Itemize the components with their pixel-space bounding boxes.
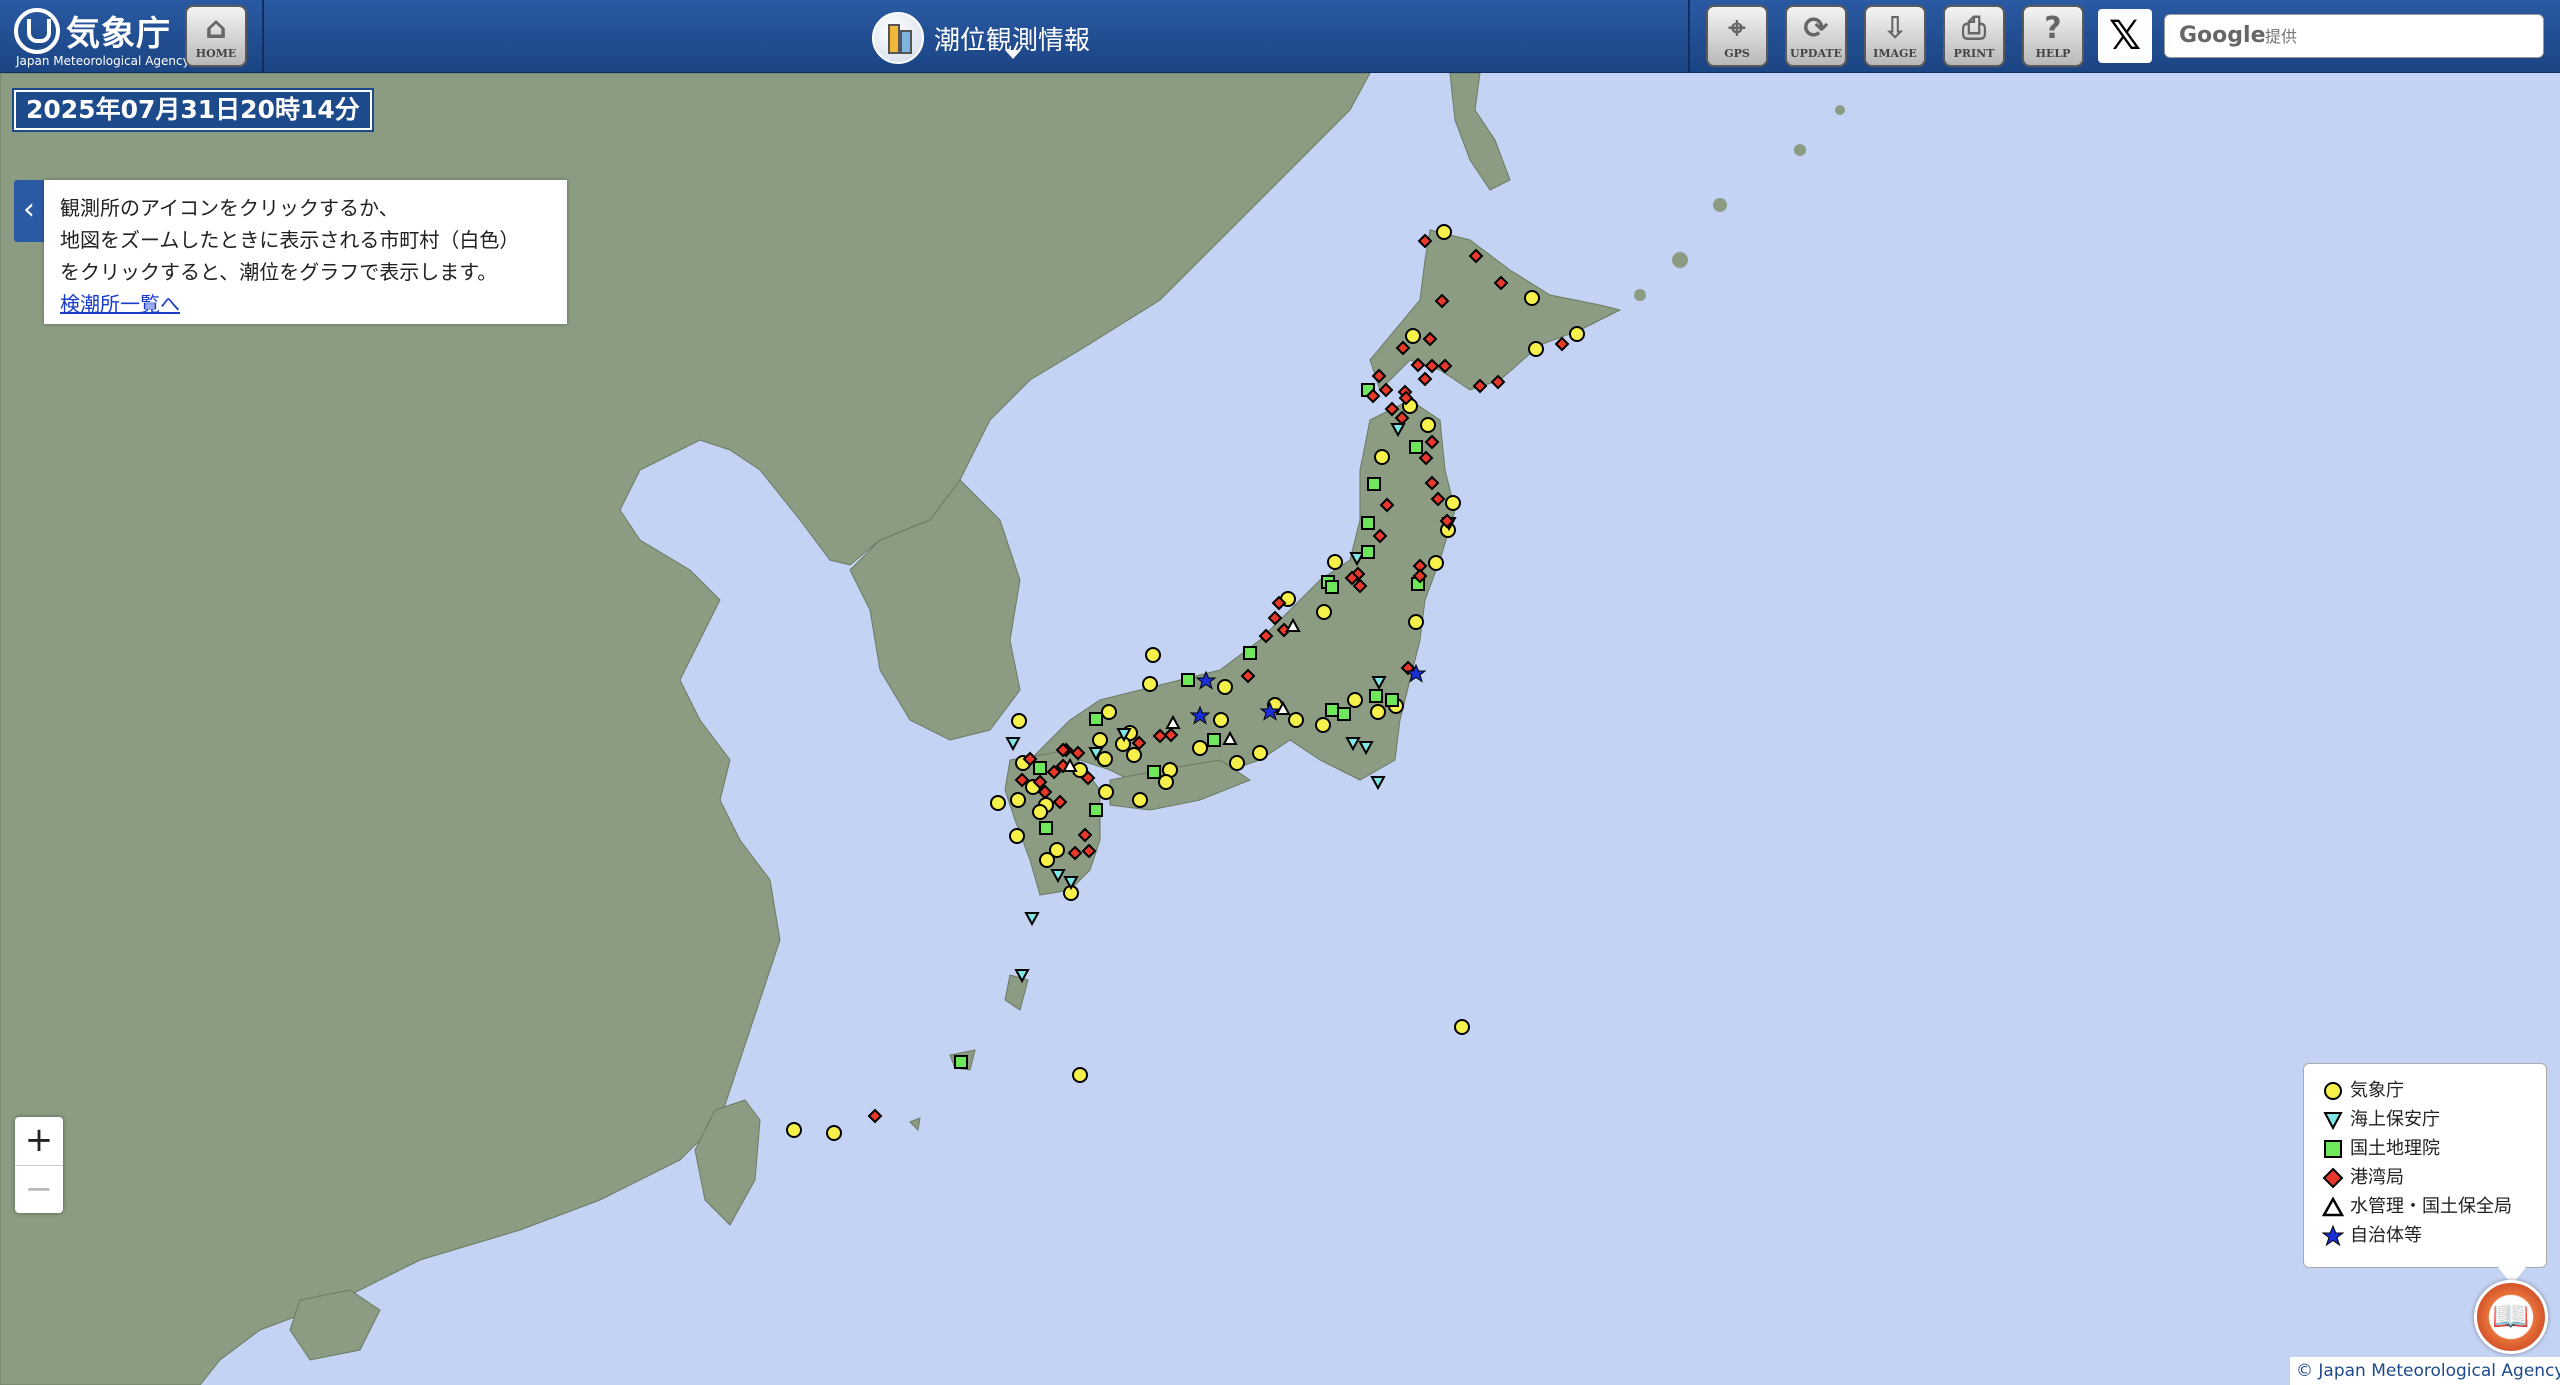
station-list-link[interactable]: 検潮所一覧へ: [60, 288, 551, 320]
info-line: 観測所のアイコンをクリックするか、: [60, 196, 399, 220]
home-icon: ⌂: [205, 11, 227, 46]
legend-item-jma: 気象庁: [2322, 1076, 2528, 1105]
info-panel: 観測所のアイコンをクリックするか、 地図をズームしたときに表示される市町村（白色…: [44, 180, 567, 324]
header-divider: [1688, 0, 1690, 73]
refresh-icon: ⟳: [1803, 11, 1829, 46]
legend-book-icon[interactable]: 📖: [2474, 1280, 2548, 1354]
header-divider: [262, 0, 264, 73]
gps-icon: ⌖: [1728, 11, 1746, 46]
observation-datetime: 2025年07月31日20時14分: [12, 88, 374, 132]
chevron-down-icon: [1005, 50, 1021, 59]
help-button[interactable]: ? HELP: [2022, 5, 2084, 67]
zoom-control: + −: [15, 1117, 63, 1213]
ryukyu-islands: [909, 974, 1029, 1132]
google-search-box[interactable]: Google: [2164, 14, 2545, 58]
triangle-down-marker-icon: [2323, 1112, 2343, 1131]
star-marker-icon: [2321, 1224, 2345, 1247]
info-line: をクリックすると、潮位をグラフで表示します。: [60, 260, 498, 284]
home-button[interactable]: ⌂ HOME: [185, 5, 247, 67]
print-icon: ⎙: [1962, 11, 1986, 46]
zoom-out-button[interactable]: −: [15, 1165, 63, 1213]
x-share-button[interactable]: 𝕏: [2098, 9, 2152, 63]
legend-item-jcg: 海上保安庁: [2322, 1105, 2528, 1134]
legend-item-port: 港湾局: [2322, 1163, 2528, 1192]
tide-gauge-icon: [872, 12, 924, 64]
download-icon: ⇩: [1882, 11, 1908, 46]
triangle-up-marker-icon: [2321, 1196, 2345, 1217]
legend-item-municipal: 自治体等: [2321, 1221, 2528, 1250]
circle-marker-icon: [2324, 1082, 2342, 1100]
chevron-left-icon[interactable]: ‹: [14, 180, 44, 242]
info-line: 地図をズームしたときに表示される市町村（白色）: [60, 228, 520, 252]
image-button[interactable]: ⇩ IMAGE: [1864, 5, 1926, 67]
kuril-islands: [1634, 105, 1845, 301]
zoom-in-button[interactable]: +: [15, 1117, 63, 1165]
legend-item-mlit: 水管理・国土保全局: [2321, 1192, 2528, 1221]
gps-button[interactable]: ⌖ GPS: [1706, 5, 1768, 67]
jma-logo[interactable]: 気象庁 Japan Meteorological Agency: [10, 4, 190, 68]
diamond-marker-icon: [2322, 1167, 2344, 1189]
sakhalin-island: [1449, 73, 1511, 191]
print-button[interactable]: ⎙ PRINT: [1943, 5, 2005, 67]
update-button[interactable]: ⟳ UPDATE: [1785, 5, 1847, 67]
hokkaido-island: [1369, 229, 1622, 391]
search-input[interactable]: [2265, 16, 2545, 56]
header-bar: 気象庁 Japan Meteorological Agency ⌂ HOME 潮…: [0, 0, 2560, 73]
hainan-island: [289, 1289, 381, 1361]
logo-subtitle: Japan Meteorological Agency: [16, 54, 190, 68]
jma-logo-icon: [14, 8, 60, 54]
map-legend: 気象庁 海上保安庁 国土地理院 港湾局 水管理・国土保全局 自治体等: [2303, 1063, 2547, 1268]
help-icon: ?: [2044, 11, 2062, 46]
legend-item-gsi: 国土地理院: [2322, 1134, 2528, 1163]
square-marker-icon: [2324, 1140, 2342, 1158]
logo-text: 気象庁: [66, 14, 171, 54]
google-brand: Google: [2179, 23, 2266, 48]
copyright-notice: © Japan Meteorological Agency: [2290, 1357, 2560, 1385]
